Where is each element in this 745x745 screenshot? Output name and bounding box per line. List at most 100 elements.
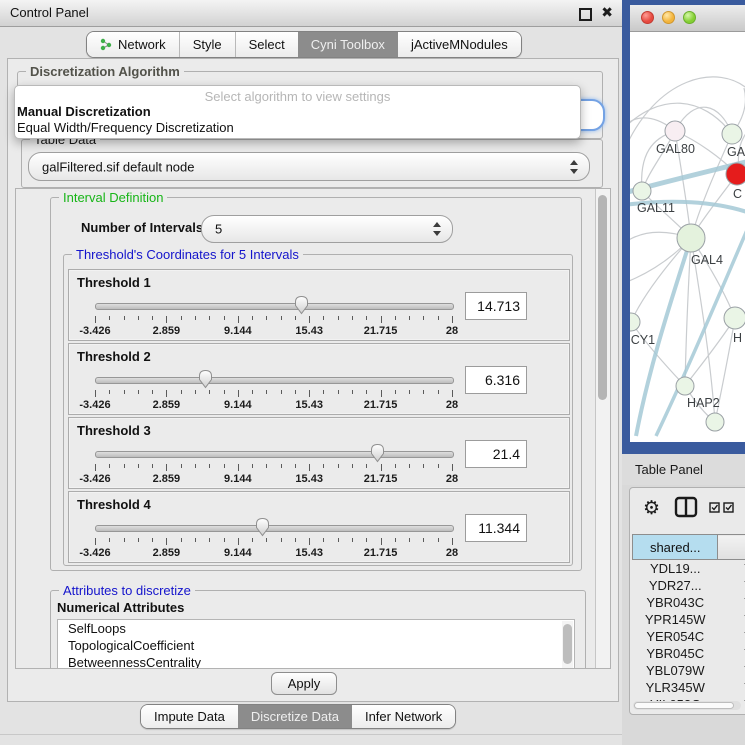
dropdown-option-equal-width-frequency[interactable]: Equal Width/Frequency Discretization — [15, 120, 580, 136]
table-cell[interactable]: YBR0 — [718, 594, 745, 611]
list-item[interactable]: SelfLoops — [58, 620, 574, 637]
table-cell[interactable]: YPR1 — [718, 611, 745, 628]
tab-network[interactable]: Network — [87, 32, 179, 57]
network-canvas[interactable]: GAL80GACGAL11GAL4GCY1HHAP2 — [630, 32, 745, 442]
table-cell[interactable]: YDL1 — [718, 560, 745, 578]
table-cell[interactable]: YBR045C — [633, 645, 718, 662]
tab-cyni-toolbox[interactable]: Cyni Toolbox — [298, 32, 398, 57]
slider-track[interactable] — [95, 377, 454, 384]
table-cell[interactable]: YER054C — [633, 628, 718, 645]
table-cell[interactable]: YBR043C — [633, 594, 718, 611]
zoom-traffic-light-icon[interactable] — [683, 11, 696, 24]
tab-style[interactable]: Style — [179, 32, 235, 57]
column-header-shared-name[interactable]: shared... — [633, 535, 718, 560]
scrollbar-thumb[interactable] — [598, 195, 607, 400]
tab-discretize-data[interactable]: Discretize Data — [238, 705, 352, 728]
dropdown-option-manual-discretization[interactable]: Manual Discretization — [15, 104, 580, 120]
threshold-value-field[interactable]: 11.344 — [465, 514, 527, 542]
tick-label: -3.426 — [79, 547, 110, 559]
table-data-group: Table Data galFiltered.sif default node — [21, 139, 603, 188]
threshold-slider[interactable]: -3.4262.8599.14415.4321.71528 — [95, 368, 452, 412]
table-row[interactable]: YBR045CYBR0 — [633, 645, 745, 662]
table-row[interactable]: YPR145WYPR1 — [633, 611, 745, 628]
table-cell[interactable]: YBL0 — [718, 662, 745, 679]
tab-jactivemnodules[interactable]: jActiveMNodules — [398, 32, 521, 57]
table-hscrollbar[interactable] — [633, 701, 741, 710]
minimize-traffic-light-icon[interactable] — [662, 11, 675, 24]
threshold-slider[interactable]: -3.4262.8599.14415.4321.71528 — [95, 442, 452, 486]
table-row[interactable]: YER054CYER0 — [633, 628, 745, 645]
slider-thumb[interactable] — [254, 516, 271, 537]
slider-tick — [209, 464, 210, 468]
table-cell[interactable]: YER0 — [718, 628, 745, 645]
network-window-titlebar[interactable] — [630, 5, 745, 32]
table-row[interactable]: YDR27...YDR2 — [633, 577, 745, 594]
slider-tick — [109, 316, 110, 320]
threshold-value-field[interactable]: 14.713 — [465, 292, 527, 320]
slider-thumb[interactable] — [369, 442, 386, 463]
scrollbar-thumb[interactable] — [634, 702, 734, 709]
table-cell[interactable]: YLR345W — [633, 679, 718, 696]
float-window-icon[interactable] — [579, 8, 592, 21]
scrollbar-thumb[interactable] — [563, 624, 572, 664]
table-cell[interactable]: YDR2 — [718, 577, 745, 594]
slider-tick — [281, 538, 282, 542]
node-GAL80[interactable] — [665, 121, 685, 141]
tick-label: 2.859 — [153, 547, 181, 559]
table-cell[interactable]: YBR0 — [718, 645, 745, 662]
checked-box-icon[interactable] — [723, 502, 734, 513]
node-bottom-partial[interactable] — [706, 413, 724, 431]
list-item[interactable]: TopologicalCoefficient — [58, 637, 574, 654]
slider-tick — [381, 390, 382, 397]
slider-tick — [95, 316, 96, 323]
threshold-slider[interactable]: -3.4262.8599.14415.4321.71528 — [95, 516, 452, 560]
node-GAL11[interactable] — [633, 182, 651, 200]
number-of-intervals-combo[interactable]: 5 — [201, 215, 453, 243]
tab-infer-network[interactable]: Infer Network — [352, 705, 455, 728]
list-item[interactable]: BetweennessCentrality — [58, 654, 574, 669]
tab-select[interactable]: Select — [235, 32, 298, 57]
table-row[interactable]: YDL19...YDL1 — [633, 560, 745, 578]
slider-thumb[interactable] — [197, 368, 214, 389]
close-icon[interactable]: ✖ — [601, 4, 613, 21]
gear-icon[interactable]: ⚙ — [643, 497, 660, 520]
node-red-node[interactable] — [726, 163, 745, 185]
combo-arrows-icon — [433, 222, 441, 227]
settings-scrollbar[interactable] — [595, 189, 610, 668]
tick-label: 28 — [446, 399, 458, 411]
slider-track[interactable] — [95, 451, 454, 458]
table-row[interactable]: YLR345WYLR3 — [633, 679, 745, 696]
node-HAP2[interactable] — [676, 377, 694, 395]
apply-button[interactable]: Apply — [271, 672, 337, 695]
threshold-value-field[interactable]: 21.4 — [465, 440, 527, 468]
number-of-intervals-label: Number of Intervals — [81, 220, 203, 235]
threshold-label: Threshold 4 — [77, 497, 151, 512]
slider-thumb[interactable] — [293, 294, 310, 315]
column-header-name[interactable]: na — [718, 535, 745, 560]
node-GCY1[interactable] — [630, 313, 640, 331]
tick-label: 21.715 — [364, 325, 398, 337]
table-cell[interactable]: YPR145W — [633, 611, 718, 628]
node-GAL4[interactable] — [677, 224, 705, 252]
table-row[interactable]: YBL079WYBL0 — [633, 662, 745, 679]
split-columns-icon[interactable] — [674, 496, 698, 518]
close-traffic-light-icon[interactable] — [641, 11, 654, 24]
list-scrollbar[interactable] — [562, 621, 573, 669]
table-cell[interactable]: YBL079W — [633, 662, 718, 679]
slider-track[interactable] — [95, 303, 454, 310]
slider-tick — [252, 390, 253, 394]
table-cell[interactable]: YDR27... — [633, 577, 718, 594]
checked-box-icon[interactable] — [709, 502, 720, 513]
node-H-partial[interactable] — [724, 307, 745, 329]
slider-track[interactable] — [95, 525, 454, 532]
table-row[interactable]: YBR043CYBR0 — [633, 594, 745, 611]
table-cell[interactable]: YDL19... — [633, 560, 718, 578]
table-cell[interactable]: YLR3 — [718, 679, 745, 696]
table-data-combo[interactable]: galFiltered.sif default node — [28, 152, 590, 181]
threshold-value-field[interactable]: 6.316 — [465, 366, 527, 394]
numerical-attributes-list[interactable]: SelfLoopsTopologicalCoefficientBetweenne… — [57, 619, 575, 669]
node-GAL-partial[interactable] — [722, 124, 742, 144]
threshold-slider[interactable]: -3.4262.8599.14415.4321.71528 — [95, 294, 452, 338]
tab-impute-data[interactable]: Impute Data — [141, 705, 238, 728]
tick-label: -3.426 — [79, 473, 110, 485]
